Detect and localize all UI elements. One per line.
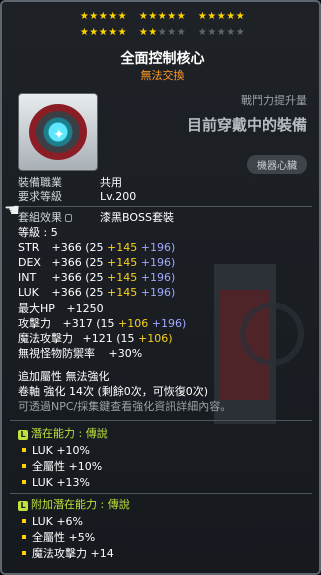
potential-title-text: 潛在能力 : 傳說 [31, 427, 108, 440]
stat-name: STR [18, 241, 40, 254]
stat-starforce-bonus: +196) [140, 256, 176, 269]
bonus-potential-title: L 附加潛在能力 : 傳說 [18, 498, 130, 512]
stat-total: +366 [51, 256, 82, 269]
star-force-row-1: ★★★★★ ★★★★★ ★★★★★ [2, 11, 319, 23]
category-badge: 機器心臟 [247, 155, 307, 174]
attack-scroll-bonus: +106 [118, 317, 149, 330]
bonus-potential-line: 全屬性 +5% [22, 531, 95, 545]
divider [10, 420, 312, 421]
potential-title: L 潛在能力 : 傳說 [18, 427, 108, 441]
enhance-line-3: 可透過NPC/採集鍵查看強化資訊詳細內容。 [18, 400, 232, 413]
legendary-grade-icon: L [18, 430, 28, 440]
stat-total: +366 [51, 241, 82, 254]
star-group: ★★★★★ [79, 27, 128, 38]
attack-base: (15 [96, 317, 115, 330]
stat-row-magic-attack: 魔法攻擊力 +121 (15 +106) [18, 332, 173, 346]
star-group: ★★★★★ [197, 11, 246, 22]
stat-base: (25 [85, 256, 104, 269]
equipped-text: 目前穿戴中的裝備 [186, 116, 307, 134]
star-group-empty: ★★★ [157, 27, 187, 38]
stat-scroll-bonus: +145 [107, 271, 138, 284]
grade-row: 等級 : 5 [18, 226, 58, 239]
stat-row-dex: DEX +366 (25 +145 +196) [18, 256, 175, 270]
stat-name: LUK [18, 286, 39, 299]
star-group: ★★ [138, 27, 158, 38]
stat-row-luk: LUK +366 (25 +145 +196) [18, 286, 175, 300]
level-value: Lv.200 [100, 190, 137, 203]
attack-label: 攻擊力 [18, 317, 51, 330]
stat-row-ignore-defense: 無視怪物防禦率 +30% [18, 347, 142, 361]
stat-base: (25 [85, 286, 104, 299]
stat-starforce-bonus: +196) [140, 241, 176, 254]
potential-line: 全屬性 +10% [22, 460, 102, 474]
star-force-row-2: ★★★★★ ★★★★★ ★★★★★ [2, 27, 319, 39]
attack-total: +317 [62, 317, 93, 330]
stat-starforce-bonus: +196) [140, 286, 176, 299]
level-label: 要求等級 [18, 190, 62, 203]
spark-icon: ✦ [53, 127, 65, 143]
legendary-grade-icon: L [18, 501, 28, 511]
bonus-potential-line: 魔法攻擊力 +14 [22, 547, 114, 561]
stat-total: +366 [51, 271, 82, 284]
job-value: 共用 [100, 176, 122, 189]
stat-total: +366 [51, 286, 82, 299]
stat-base: (25 [85, 271, 104, 284]
stat-row-int: INT +366 (25 +145 +196) [18, 271, 175, 285]
level-row: 要求等級 Lv.200 [18, 190, 136, 204]
ignore-defense-label: 無視怪物防禦率 [18, 347, 95, 360]
magic-attack-base: (15 [116, 332, 135, 345]
attack-starforce-bonus: +196) [151, 317, 187, 330]
stat-scroll-bonus: +145 [107, 241, 138, 254]
stat-starforce-bonus: +196) [140, 271, 176, 284]
stat-base: (25 [85, 241, 104, 254]
potential-line: LUK +10% [22, 444, 90, 458]
stat-scroll-bonus: +145 [107, 256, 138, 269]
stat-row-maxhp: 最大HP +1250 [18, 302, 104, 316]
magic-attack-bonus: +106) [138, 332, 173, 345]
stat-row-attack: 攻擊力 +317 (15 +106 +196) [18, 317, 186, 331]
stat-scroll-bonus: +145 [107, 286, 138, 299]
star-group: ★★★★★ [138, 11, 187, 22]
lock-icon [65, 214, 72, 222]
magic-attack-label: 魔法攻擊力 [18, 332, 73, 345]
star-group-empty: ★★★★★ [197, 27, 246, 38]
divider [10, 206, 312, 207]
background-emblem [240, 302, 304, 366]
magic-attack-total: +121 [82, 332, 113, 345]
ignore-defense-value: +30% [108, 347, 143, 360]
job-row: 裝備職業 共用 [18, 176, 122, 190]
job-label: 裝備職業 [18, 176, 62, 189]
set-effect-row[interactable]: 套組效果 漆黑BOSS套裝 [18, 211, 174, 225]
stat-row-str: STR +366 (25 +145 +196) [18, 241, 175, 255]
stat-name: INT [18, 271, 37, 284]
maxhp-label: 最大HP [18, 302, 55, 315]
trade-status: 無法交換 [140, 69, 185, 82]
item-icon: ✦ [18, 93, 98, 171]
bonus-potential-title-text: 附加潛在能力 : 傳說 [31, 498, 130, 511]
item-name: 全面控制核心 [120, 51, 205, 67]
stat-name: DEX [18, 256, 41, 269]
maxhp-value: +1250 [66, 302, 104, 315]
enhance-line-1: 追加屬性 無法強化 [18, 370, 110, 383]
enhance-line-2: 卷軸 強化 14次 (剩餘0次，可恢復0次) [18, 385, 209, 398]
potential-line: LUK +13% [22, 476, 90, 490]
set-effect-value: 漆黑BOSS套裝 [100, 211, 174, 224]
set-effect-label: 套組效果 [18, 211, 62, 224]
item-tooltip: ★★★★★ ★★★★★ ★★★★★ ★★★★★ ★★★★★ ★★★★★ 全面控制… [0, 0, 321, 575]
stat-increase-label: 戰鬥力提升量 [241, 94, 307, 107]
bonus-potential-line: LUK +6% [22, 515, 83, 529]
divider [10, 493, 312, 494]
star-group: ★★★★★ [79, 11, 128, 22]
